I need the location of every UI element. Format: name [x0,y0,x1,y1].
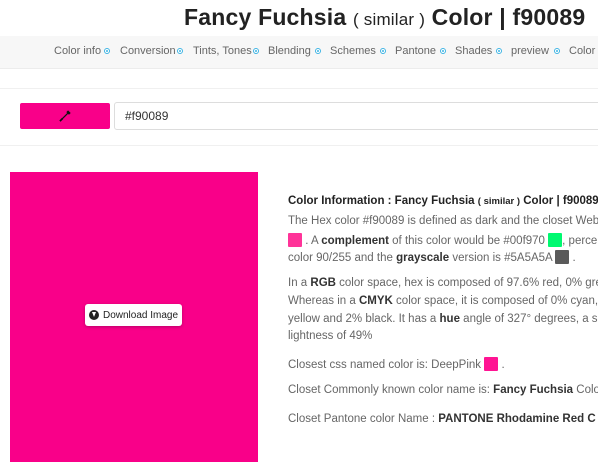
nav-dot-icon [104,48,110,54]
nav-dot-icon [380,48,386,54]
css-named-color-line: Closest css named color is: DeepPink . [288,357,505,371]
grayscale-chip [555,250,570,264]
page-title: Fancy Fuchsia ( similar ) Color | f90089 [0,2,598,34]
nav-dot-icon [440,48,446,54]
deeppink-chip [484,357,499,371]
nav-blending[interactable]: Blending [268,45,311,57]
common-name-label: Closet Commonly known color name is: [288,384,490,396]
hue-label: hue [439,313,460,325]
p2-l3c: angle of 327° degrees, a sat [463,313,598,325]
title-color-name: Fancy Fuchsia [184,4,347,30]
rgb-label: RGB [310,277,336,289]
p1-l3c: version is #5A5A5A [452,252,553,264]
nav-dot-icon [496,48,502,54]
info-p1-line1: The Hex color #f90089 is defined as dark… [288,215,598,227]
p1-l3d: . [572,252,576,264]
color-picker-button[interactable] [20,103,110,129]
info-p1-line3: color 90/255 and the grayscale version i… [288,250,576,264]
info-p2-line3: yellow and 2% black. It has a hue angle … [288,313,598,325]
pantone-line: Closet Pantone color Name : PANTONE Rhod… [288,411,598,425]
hex-input[interactable] [114,102,598,130]
websafe-chip [288,233,302,247]
nav-dot-icon [177,48,183,54]
info-heading: Color Information : Fancy Fuchsia ( simi… [288,195,598,207]
p2-l2c: color space, it is composed of 0% cyan, … [396,295,598,307]
nav-conversion[interactable]: Conversion [120,45,176,57]
info-p2-line4: lightness of 49% [288,330,373,342]
grayscale-label: grayscale [396,252,450,264]
p1-l3a: color 90/255 and the [288,252,393,264]
complement-chip [548,233,563,247]
info-title-suffix: Color | f90089 [523,195,598,207]
info-p2-line2: Whereas in a CMYK color space, it is com… [288,295,598,307]
nav-color-f[interactable]: Color F [569,45,598,57]
css-end: . [501,359,505,371]
nav-shades[interactable]: Shades [455,45,492,57]
info-p1-line2: . A complement of this color would be #0… [288,233,597,247]
p1-l2c: of this color would be #00f970 [392,235,545,247]
nav-dot-icon [554,48,560,54]
pantone-value: PANTONE Rhodamine Red C [438,413,596,425]
complement-label: complement [321,235,389,247]
p1-l2a: . A [305,235,318,247]
download-label: Download Image [102,309,179,321]
p2-l2a: Whereas in a [288,295,356,307]
css-named-label: Closest css named color is: DeepPink [288,359,482,371]
nav-dot-icon [315,48,321,54]
p2-l3a: yellow and 2% black. It has a [288,313,437,325]
common-name-tail: Color [576,384,598,396]
color-picker-row [0,88,598,146]
cmyk-label: CMYK [358,295,393,307]
nav-pantone[interactable]: Pantone [395,45,436,57]
download-image-button[interactable]: Download Image [85,304,182,326]
section-nav: Color info Conversion Tints, Tones Blend… [0,36,598,69]
eyedropper-icon [59,110,71,122]
nav-schemes[interactable]: Schemes [330,45,376,57]
pantone-label: Closet Pantone color Name : [288,413,436,425]
nav-preview[interactable]: preview [511,45,549,57]
common-name-line: Closet Commonly known color name is: Fan… [288,384,598,396]
download-icon [88,310,99,320]
common-name-value: Fancy Fuchsia [493,384,574,396]
title-qualifier: ( similar ) [352,10,426,29]
info-p2-line1: In a RGB color space, hex is composed of… [288,277,598,289]
p2-l1a: In a [288,277,308,289]
nav-dot-icon [253,48,259,54]
nav-color-info[interactable]: Color info [54,45,101,57]
info-title-qualifier: ( similar ) [477,196,521,207]
p2-l1c: color space, hex is composed of 97.6% re… [339,277,598,289]
nav-tints-tones[interactable]: Tints, Tones [193,45,252,57]
info-title-prefix: Color Information : Fancy Fuchsia [288,195,475,207]
p1-l2d: , perce [562,235,598,247]
title-rest: Color | f90089 [431,4,586,30]
